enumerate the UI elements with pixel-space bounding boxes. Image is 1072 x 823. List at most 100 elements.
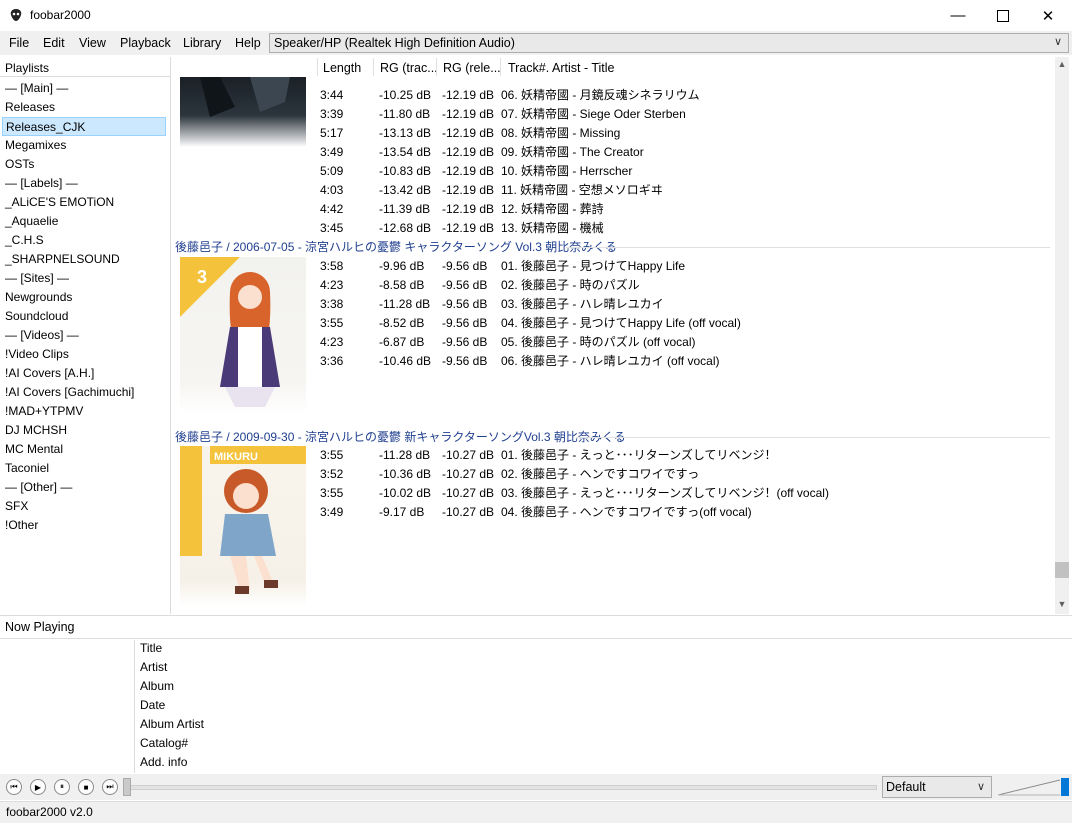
track-length: 4:23 bbox=[320, 278, 344, 292]
play-button[interactable]: ▶ bbox=[30, 779, 46, 795]
track-rg-track: -9.17 dB bbox=[379, 505, 425, 519]
column-separator bbox=[500, 58, 501, 76]
title-bar[interactable] bbox=[0, 0, 1072, 31]
menu-edit[interactable]: Edit bbox=[43, 36, 65, 50]
track-title: 02. 後藤邑子 - 時のパズル bbox=[501, 278, 640, 292]
sidebar-item-playlist[interactable]: — [Sites] — bbox=[5, 269, 69, 288]
track-title: 12. 妖精帝國 - 葬詩 bbox=[501, 202, 604, 216]
sidebar-item-playlist[interactable]: !AI Covers [A.H.] bbox=[5, 364, 94, 383]
track-title: 08. 妖精帝國 - Missing bbox=[501, 126, 621, 140]
track-length: 3:55 bbox=[320, 448, 344, 462]
chevron-down-icon: ∨ bbox=[1053, 36, 1062, 48]
track-title: 04. 後藤邑子 - ヘンですコワイですっ(off vocal) bbox=[501, 505, 752, 519]
sidebar-item-playlist[interactable]: Taconiel bbox=[5, 459, 49, 478]
track-length: 3:38 bbox=[320, 297, 344, 311]
track-length: 4:42 bbox=[320, 202, 344, 216]
menu-file[interactable]: File bbox=[9, 36, 29, 50]
sidebar-item-playlist[interactable]: !Other bbox=[5, 516, 38, 535]
track-rg-track: -12.68 dB bbox=[379, 221, 432, 235]
track-length: 3:52 bbox=[320, 467, 344, 481]
svg-text:MIKURU: MIKURU bbox=[214, 451, 258, 463]
stop-button[interactable]: ■ bbox=[78, 779, 94, 795]
sidebar-item-playlist[interactable]: !MAD+YTPMV bbox=[5, 402, 83, 421]
track-rg-track: -11.28 dB bbox=[379, 448, 431, 462]
seek-bar[interactable] bbox=[123, 785, 877, 790]
next-button[interactable]: ⏭ bbox=[102, 779, 118, 795]
group-header[interactable]: 後藤邑子 / 2009-09-30 - 涼宮ハルヒの憂鬱 新キャラクターソングV… bbox=[175, 428, 626, 445]
track-rg-track: -11.80 dB bbox=[379, 107, 431, 121]
track-title: 11. 妖精帝國 - 空想メソロギヰ bbox=[501, 183, 663, 197]
sidebar-item-playlist[interactable]: _Aquaelie bbox=[5, 212, 58, 231]
sidebar-item-playlist[interactable]: Newgrounds bbox=[5, 288, 72, 307]
sidebar-item-playlist[interactable]: _SHARPNELSOUND bbox=[5, 250, 120, 269]
sidebar-item-playlist[interactable]: — [Labels] — bbox=[5, 174, 78, 193]
sidebar-item-playlist[interactable]: !AI Covers [Gachimuchi] bbox=[5, 383, 134, 402]
sidebar-item-playlist[interactable]: OSTs bbox=[5, 155, 34, 174]
close-button[interactable]: ✕ bbox=[1025, 0, 1071, 31]
vertical-scrollbar[interactable] bbox=[1055, 57, 1069, 614]
svg-text:3: 3 bbox=[197, 267, 207, 287]
menu-library[interactable]: Library bbox=[183, 36, 221, 50]
sidebar-item-playlist[interactable]: MC Mental bbox=[5, 440, 63, 459]
track-length: 5:17 bbox=[320, 126, 344, 140]
sidebar-item-playlist[interactable]: — [Main] — bbox=[5, 79, 68, 98]
stop-icon: ■ bbox=[83, 782, 89, 792]
track-rg-release: -9.56 dB bbox=[442, 259, 488, 273]
track-length: 5:09 bbox=[320, 164, 344, 178]
track-rg-release: -9.56 dB bbox=[442, 316, 488, 330]
menu-view[interactable]: View bbox=[79, 36, 106, 50]
scroll-down-icon[interactable]: ▼ bbox=[1055, 599, 1069, 613]
sidebar-item-playlist[interactable]: Releases_CJK bbox=[2, 117, 166, 136]
sidebar-item-playlist[interactable]: Releases bbox=[5, 98, 55, 117]
track-title: 03. 後藤邑子 - えっと･･･リターンズしてリベンジ！(off vocal) bbox=[501, 486, 829, 500]
track-rg-release: -12.19 dB bbox=[442, 221, 495, 235]
track-title: 13. 妖精帝國 - 機械 bbox=[501, 221, 604, 235]
track-length: 3:58 bbox=[320, 259, 344, 273]
next-icon: ⏭ bbox=[106, 782, 114, 791]
seek-handle[interactable] bbox=[123, 778, 131, 796]
minimize-button[interactable]: — bbox=[935, 0, 981, 31]
group-header[interactable]: 後藤邑子 / 2006-07-05 - 涼宮ハルヒの憂鬱 キャラクターソング V… bbox=[175, 238, 617, 255]
sidebar-item-playlist[interactable]: — [Videos] — bbox=[5, 326, 79, 345]
sidebar-item-playlist[interactable]: DJ MCHSH bbox=[5, 421, 67, 440]
now-playing-field: Add. info bbox=[140, 755, 188, 769]
track-rg-track: -9.96 dB bbox=[379, 259, 425, 273]
column-header-rg-release[interactable]: RG (rele... bbox=[443, 59, 501, 77]
play-icon: ▶ bbox=[34, 782, 42, 792]
track-title: 04. 後藤邑子 - 見つけてHappy Life (off vocal) bbox=[501, 316, 741, 330]
sidebar-item-playlist[interactable]: SFX bbox=[5, 497, 28, 516]
window-title: foobar2000 bbox=[30, 8, 91, 22]
maximize-button[interactable] bbox=[980, 0, 1026, 31]
track-title: 03. 後藤邑子 - ハレ晴レユカイ bbox=[501, 297, 664, 311]
column-header-title[interactable]: Track#. Artist - Title bbox=[508, 59, 615, 77]
sidebar-item-playlist[interactable]: _ALiCE'S EMOTiON bbox=[5, 193, 114, 212]
track-rg-release: -12.19 dB bbox=[442, 202, 495, 216]
scrollbar-thumb[interactable] bbox=[1055, 562, 1069, 578]
column-separator bbox=[373, 58, 374, 76]
track-rg-release: -10.27 dB bbox=[442, 505, 495, 519]
track-rg-track: -11.39 dB bbox=[379, 202, 431, 216]
track-rg-track: -13.13 dB bbox=[379, 126, 432, 140]
scroll-up-icon[interactable]: ▲ bbox=[1055, 59, 1069, 73]
volume-handle[interactable] bbox=[1061, 778, 1069, 796]
menu-help[interactable]: Help bbox=[235, 36, 261, 50]
sidebar-item-playlist[interactable]: !Video Clips bbox=[5, 345, 69, 364]
column-header-length[interactable]: Length bbox=[323, 59, 361, 77]
sidebar-item-playlist[interactable]: Soundcloud bbox=[5, 307, 68, 326]
track-rg-track: -10.25 dB bbox=[379, 88, 432, 102]
track-length: 3:49 bbox=[320, 505, 344, 519]
column-header-rg-track[interactable]: RG (trac... bbox=[380, 59, 438, 77]
album-art: MIKURU bbox=[180, 446, 306, 606]
volume-slider[interactable] bbox=[997, 778, 1061, 796]
status-text: foobar2000 v2.0 bbox=[6, 805, 93, 819]
menu-playback[interactable]: Playback bbox=[120, 36, 171, 50]
track-length: 4:03 bbox=[320, 183, 344, 197]
track-rg-release: -12.19 dB bbox=[442, 183, 495, 197]
sidebar-item-playlist[interactable]: _C.H.S bbox=[5, 231, 44, 250]
sidebar-item-playlist[interactable]: — [Other] — bbox=[5, 478, 72, 497]
sidebar-item-playlist[interactable]: Megamixes bbox=[5, 136, 66, 155]
previous-button[interactable]: ⏮ bbox=[6, 779, 22, 795]
pause-button[interactable]: ⏸ bbox=[54, 779, 70, 795]
track-rg-track: -8.52 dB bbox=[379, 316, 425, 330]
divider bbox=[566, 247, 1050, 248]
